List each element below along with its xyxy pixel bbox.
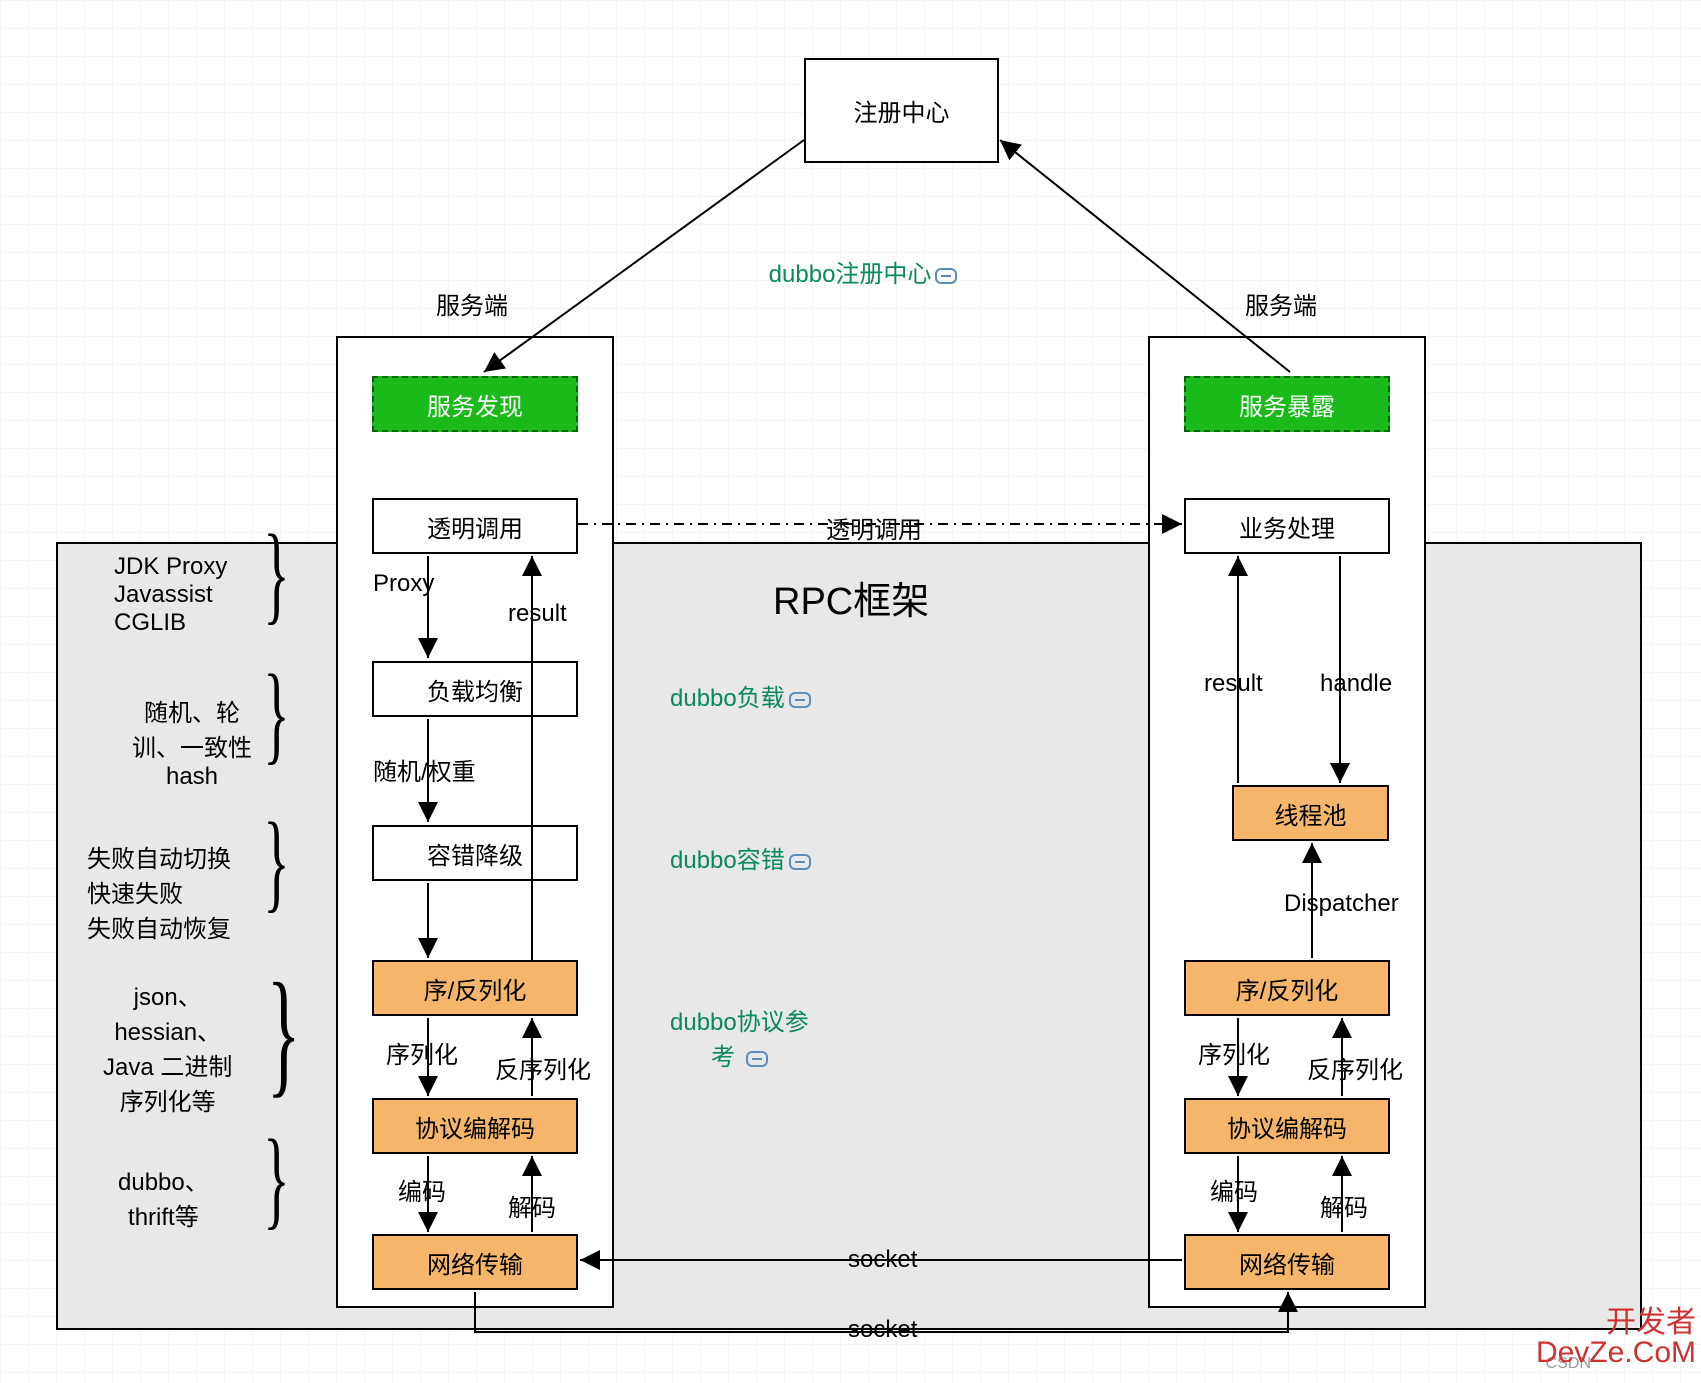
lbl-proxy: Proxy: [373, 570, 434, 598]
link-icon: [935, 268, 957, 284]
brace-lb: }: [263, 650, 289, 777]
rpc-title: RPC框架: [773, 570, 929, 625]
lbl-result-c: result: [508, 600, 567, 628]
link-icon: [746, 1051, 768, 1067]
devze-watermark: 开发者 DevZe.CoM: [1536, 1308, 1696, 1368]
lbl-ser-s: 序列化: [1198, 1035, 1270, 1070]
client-title: 服务端: [436, 286, 508, 321]
brace-fault: }: [263, 798, 289, 925]
brace-proxy: }: [263, 510, 289, 637]
note-ser: json、 hessian、 Java 二进制 序列化等: [103, 977, 232, 1117]
note-proxy: JDK Proxy Javassist CGLIB: [114, 553, 227, 637]
server-serialize: 序/反列化: [1184, 960, 1390, 1016]
note-lb: 随机、轮 训、一致性 hash: [132, 693, 252, 791]
server-title: 服务端: [1245, 286, 1317, 321]
brace-codec: }: [263, 1115, 289, 1242]
dubbo-load-link[interactable]: dubbo负载: [670, 678, 811, 713]
lbl-deser-c: 反序列化: [495, 1050, 591, 1085]
server-codec: 协议编解码: [1184, 1098, 1390, 1154]
registry-box: 注册中心: [804, 58, 999, 163]
client-transport: 网络传输: [372, 1234, 578, 1290]
lbl-handle: handle: [1320, 670, 1392, 698]
lbl-encode-s: 编码: [1210, 1172, 1258, 1207]
lbl-socket1: socket: [848, 1246, 917, 1274]
lbl-encode-c: 编码: [398, 1172, 446, 1207]
dubbo-fault-link[interactable]: dubbo容错: [670, 840, 811, 875]
link-icon: [789, 692, 811, 708]
client-discovery: 服务发现: [372, 376, 578, 432]
server-expose: 服务暴露: [1184, 376, 1390, 432]
note-codec: dubbo、 thrift等: [118, 1162, 209, 1232]
lbl-ser-c: 序列化: [386, 1035, 458, 1070]
lbl-decode-c: 解码: [508, 1188, 556, 1223]
dubbo-registry-link[interactable]: dubbo注册中心: [742, 226, 957, 317]
lbl-decode-s: 解码: [1320, 1188, 1368, 1223]
client-serialize: 序/反列化: [372, 960, 578, 1016]
client-container: [336, 336, 614, 1308]
client-fault: 容错降级: [372, 825, 578, 881]
server-transport: 网络传输: [1184, 1234, 1390, 1290]
lbl-deser-s: 反序列化: [1307, 1050, 1403, 1085]
server-threadpool: 线程池: [1232, 785, 1389, 841]
client-invoke: 透明调用: [372, 498, 578, 554]
registry-label: 注册中心: [854, 93, 950, 128]
server-biz: 业务处理: [1184, 498, 1390, 554]
lbl-transparent: 透明调用: [826, 510, 922, 545]
client-codec: 协议编解码: [372, 1098, 578, 1154]
lbl-random: 随机/权重: [373, 752, 476, 787]
lbl-socket2: socket: [848, 1316, 917, 1344]
lbl-result-s: result: [1204, 670, 1263, 698]
lbl-dispatcher: Dispatcher: [1284, 890, 1399, 918]
link-icon: [789, 854, 811, 870]
dubbo-protocol-link[interactable]: dubbo协议参 考: [670, 1002, 809, 1072]
brace-ser: }: [267, 952, 301, 1113]
client-loadbalance: 负载均衡: [372, 661, 578, 717]
note-fault: 失败自动切换 快速失败 失败自动恢复: [87, 839, 231, 944]
